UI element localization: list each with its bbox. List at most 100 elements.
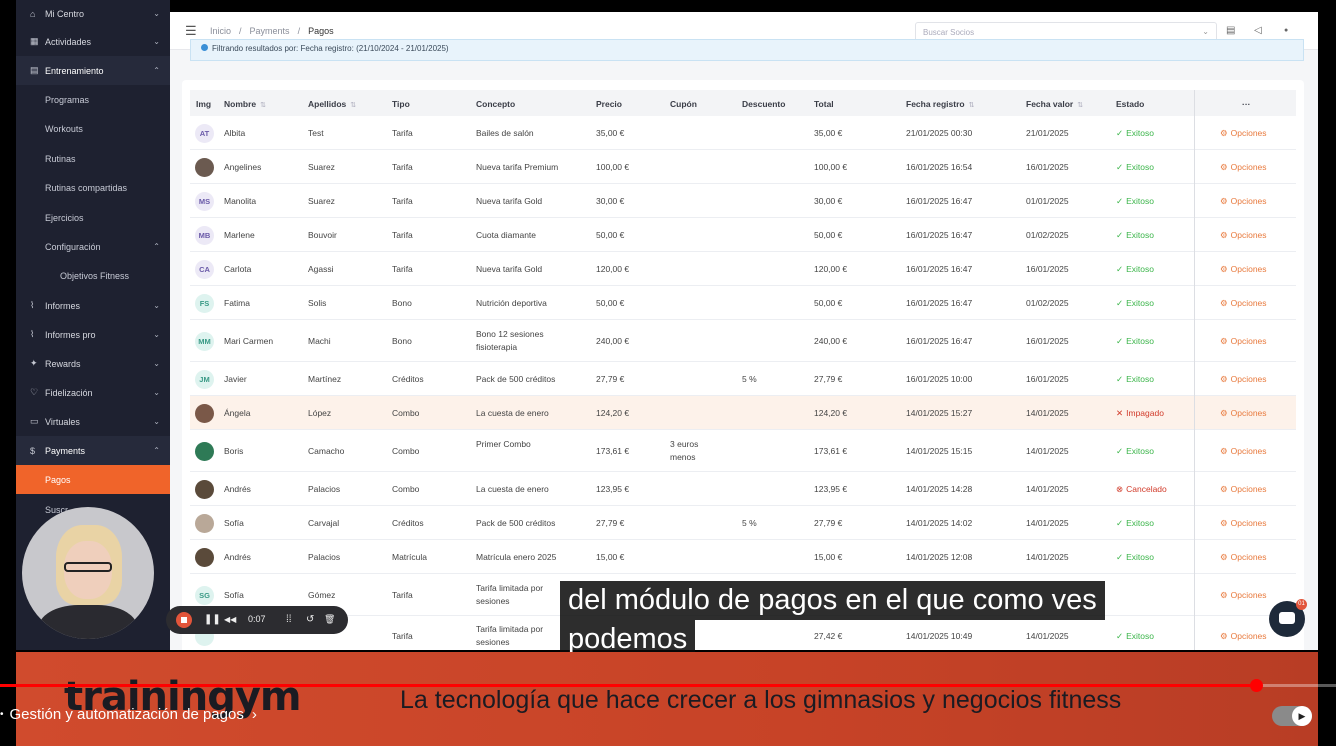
sidebar-item-rutinas-compartidas[interactable]: Rutinas compartidas [16, 173, 170, 202]
row-options-button[interactable]: ⚙ Opciones [1220, 128, 1267, 139]
row-options-button[interactable]: ⚙ Opciones [1220, 230, 1267, 241]
cross-icon: ✕ [1116, 408, 1124, 418]
table-row[interactable]: Angelines Suarez Tarifa Nueva tarifa Premiu… [190, 150, 1296, 184]
restart-icon[interactable]: ↺ [306, 614, 314, 625]
row-options-button[interactable]: ⚙ Opciones [1220, 298, 1267, 309]
column-header-label: ··· [1242, 99, 1251, 109]
chat-support-button[interactable]: 01 [1269, 599, 1307, 637]
row-options-button[interactable]: ⚙ Opciones [1220, 552, 1267, 563]
row-options-button[interactable]: ⚙ Opciones [1220, 446, 1267, 457]
gear-icon: ⚙ [1220, 484, 1228, 494]
chevron-down-icon: ⌄ [153, 301, 160, 310]
rewind-icon[interactable]: ◀◀ [224, 615, 236, 624]
sidebar-item-informes-pro[interactable]: ⌇ Informes pro ⌄ [16, 320, 170, 349]
table-row[interactable]: JM Javier Martínez Créditos Pack de 500 créd… [190, 362, 1296, 396]
column-header-nombre[interactable]: Nombre ⇅ [224, 99, 266, 109]
cell-fecha-registro: 14/01/2025 14:02 [906, 518, 973, 528]
column-header-fecha-registro[interactable]: Fecha registro ⇅ [906, 99, 974, 109]
gear-icon: ⚙ [1220, 162, 1228, 172]
sidebar-item-entrenamiento[interactable]: ▤ Entrenamiento ⌃ [16, 56, 170, 85]
sidebar-item-payments[interactable]: $ Payments ⌃ [16, 436, 170, 465]
sort-icon[interactable]: ⇅ [969, 102, 975, 109]
sidebar-item-configuracion[interactable]: Configuración ⌃ [16, 232, 170, 261]
row-options-button[interactable]: ⚙ Opciones [1220, 196, 1267, 207]
sidebar-item-pagos[interactable]: Pagos [16, 465, 170, 494]
table-row[interactable]: Boris Camacho Combo Primer Combo 173,61 € 3 e… [190, 430, 1296, 472]
cell-apellidos: Gómez [308, 590, 336, 600]
sort-icon[interactable]: ⇅ [350, 102, 356, 109]
megaphone-icon[interactable]: ◁ [1254, 25, 1262, 36]
menu-toggle-icon[interactable]: ☰ [185, 23, 197, 39]
sidebar-item-ejercicios[interactable]: Ejercicios [16, 203, 170, 232]
table-row[interactable]: Sofía Carvajal Créditos Pack de 500 crédito… [190, 506, 1296, 540]
chapter-title-button[interactable]: • Gestión y automatización de pagos › [0, 706, 257, 723]
table-row[interactable]: Andrés Palacios Matrícula Matrícula enero 2… [190, 540, 1296, 574]
cell-precio: 173,61 € [596, 446, 630, 456]
sidebar-item-objetivos-fitness[interactable]: Objetivos Fitness [16, 261, 170, 290]
row-options-button[interactable]: ⚙ Opciones [1220, 374, 1267, 385]
cross-icon: ⊗ [1116, 484, 1124, 494]
row-options-label: Opciones [1230, 446, 1267, 456]
avatar [195, 547, 214, 567]
calendar-icon[interactable]: ▤ [1226, 25, 1235, 36]
table-row[interactable]: MB Marlene Bouvoir Tarifa Cuota diamante 50,0… [190, 218, 1296, 252]
column-header-apellidos[interactable]: Apellidos ⇅ [308, 99, 356, 109]
row-options-label: Opciones [1230, 631, 1267, 641]
sidebar-item-rutinas[interactable]: Rutinas [16, 144, 170, 173]
table-row[interactable]: Ángela López Combo La cuesta de enero 124,20… [190, 396, 1296, 430]
column-header-label: Concepto [476, 99, 516, 109]
sidebar-item-fidelizacion[interactable]: ♡ Fidelización ⌄ [16, 378, 170, 407]
video-scrubber-handle[interactable] [1250, 679, 1263, 692]
row-options-button[interactable]: ⚙ Opciones [1220, 590, 1267, 601]
sidebar-item-rewards[interactable]: ✦ Rewards ⌄ [16, 349, 170, 378]
sidebar-item-workouts[interactable]: Workouts [16, 114, 170, 143]
grid-icon[interactable]: ⁞⁞ [286, 614, 292, 625]
row-options-button[interactable]: ⚙ Opciones [1220, 631, 1267, 642]
row-options-button[interactable]: ⚙ Opciones [1220, 408, 1267, 419]
gear-icon: ⚙ [1220, 518, 1228, 528]
sidebar-item-actividades[interactable]: ▦ Actividades ⌄ [16, 27, 170, 56]
chevron-down-icon: ⌄ [153, 359, 160, 368]
stop-recording-button[interactable] [176, 612, 192, 628]
sidebar-item-mi-centro[interactable]: ⌂ Mi Centro ⌄ [16, 0, 170, 28]
status-badge: ✓ Exitoso [1116, 230, 1154, 241]
row-options-button[interactable]: ⚙ Opciones [1220, 336, 1267, 347]
row-options-button[interactable]: ⚙ Opciones [1220, 264, 1267, 275]
check-circle-icon: ✓ [1116, 552, 1124, 562]
home-icon: ⌂ [30, 8, 36, 19]
sidebar-item-programas[interactable]: Programas [16, 85, 170, 114]
column-header-more[interactable]: ··· [1242, 99, 1251, 109]
table-row[interactable]: MM Mari Carmen Machi Bono Bono 12 sesiones f… [190, 320, 1296, 362]
sidebar-item-label: Entrenamiento [45, 65, 104, 76]
table-row[interactable]: CA Carlota Agassi Tarifa Nueva tarifa Gold 12… [190, 252, 1296, 286]
sort-icon[interactable]: ⇅ [260, 102, 266, 109]
status-label: Cancelado [1126, 484, 1167, 494]
status-label: Exitoso [1126, 128, 1154, 138]
row-options-button[interactable]: ⚙ Opciones [1220, 518, 1267, 529]
breadcrumb-inicio[interactable]: Inicio [210, 26, 231, 36]
table-row[interactable]: Andrés Palacios Combo La cuesta de enero 123… [190, 472, 1296, 506]
sort-icon[interactable]: ⇅ [1077, 102, 1083, 109]
breadcrumb-payments[interactable]: Payments [250, 26, 290, 36]
table-header: Img Nombre ⇅ Apellidos ⇅ Tipo Concepto Precio Cu… [190, 90, 1296, 116]
sidebar-item-virtuales[interactable]: ▭ Virtuales ⌄ [16, 407, 170, 436]
table-row[interactable]: AT Albita Test Tarifa Bailes de salón 35,00 €… [190, 116, 1296, 150]
column-header-fecha-valor[interactable]: Fecha valor ⇅ [1026, 99, 1083, 109]
pause-icon[interactable]: ❚❚ [204, 614, 221, 625]
row-options-button[interactable]: ⚙ Opciones [1220, 162, 1267, 173]
table-row[interactable]: MS Manolita Suarez Tarifa Nueva tarifa Gold 3… [190, 184, 1296, 218]
cell-concepto: Matrícula enero 2025 [476, 552, 557, 562]
row-options-button[interactable]: ⚙ Opciones [1220, 484, 1267, 495]
sidebar-item-informes[interactable]: ⌇ Informes ⌄ [16, 291, 170, 320]
chevron-down-icon: ⌄ [153, 9, 160, 18]
avatar: FS [195, 293, 214, 313]
info-icon [201, 44, 208, 51]
chart-pro-icon: ⌇ [30, 329, 35, 339]
user-icon[interactable]: ● [1284, 27, 1288, 34]
autoplay-toggle[interactable]: ▶ [1272, 706, 1312, 726]
cell-nombre: Andrés [224, 484, 251, 494]
table-row[interactable]: FS Fatima Solis Bono Nutrición deportiva 50,0… [190, 286, 1296, 320]
cell-fecha-valor: 16/01/2025 [1026, 162, 1069, 172]
check-circle-icon: ✓ [1116, 374, 1124, 384]
trash-icon[interactable]: 🗑 [324, 614, 335, 625]
